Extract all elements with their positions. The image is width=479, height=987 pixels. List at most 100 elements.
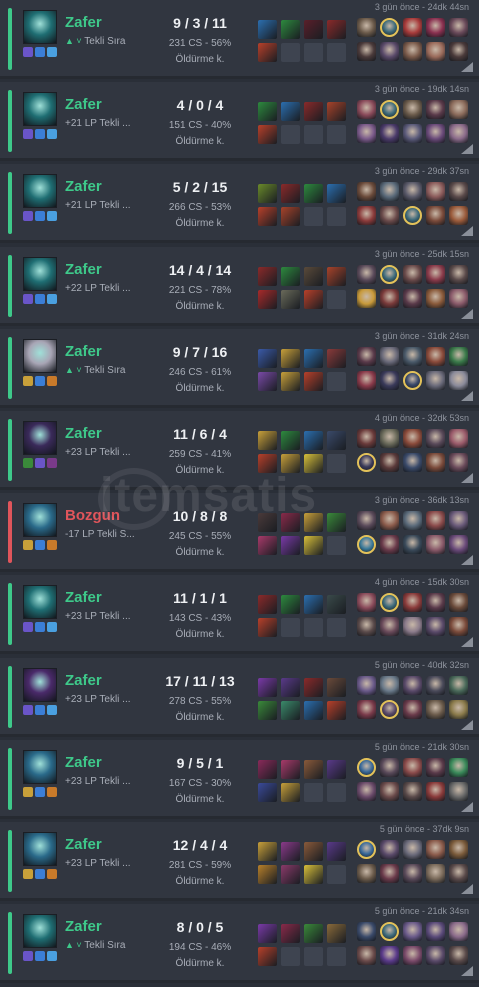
item-icon[interactable]: [281, 677, 300, 697]
item-icon[interactable]: [327, 677, 346, 697]
participant-icon[interactable]: [426, 346, 445, 366]
item-icon[interactable]: [327, 924, 346, 944]
participant-icon[interactable]: [380, 346, 399, 366]
item-icon[interactable]: [258, 289, 277, 309]
participant-icon[interactable]: [380, 288, 399, 308]
participant-icon[interactable]: [403, 511, 422, 531]
participant-icon[interactable]: [403, 617, 422, 637]
participant-icon[interactable]: [449, 100, 468, 120]
expand-icon[interactable]: [461, 801, 473, 812]
participant-icon[interactable]: [449, 264, 468, 284]
participant-icon[interactable]: [449, 206, 468, 226]
match-row[interactable]: Bozgun -17 LP Tekli S... 10 / 8 / 8 245 CS …: [0, 493, 479, 573]
participant-icon[interactable]: [357, 370, 376, 390]
champion-portrait[interactable]: [23, 503, 57, 538]
item-icon[interactable]: [281, 348, 300, 368]
item-icon[interactable]: [281, 595, 300, 615]
participant-icon[interactable]: [449, 453, 468, 472]
item-icon[interactable]: [304, 595, 323, 615]
match-row[interactable]: Zafer ▲ ˅ Tekli Sıra 8 / 0 / 5 194 CS - 46%…: [0, 904, 479, 984]
item-icon[interactable]: [281, 700, 300, 720]
item-icon[interactable]: [304, 924, 323, 944]
item-icon[interactable]: [327, 266, 346, 286]
item-icon[interactable]: [304, 677, 323, 697]
participant-icon[interactable]: [403, 840, 422, 859]
item-icon[interactable]: [258, 266, 277, 286]
participant-icon[interactable]: [449, 182, 468, 202]
participant-icon[interactable]: [357, 593, 376, 613]
participant-icon[interactable]: [357, 346, 376, 366]
participant-icon[interactable]: [357, 206, 376, 226]
participant-icon[interactable]: [449, 511, 468, 531]
item-icon[interactable]: [258, 842, 277, 861]
champion-portrait[interactable]: [23, 10, 57, 44]
participant-icon[interactable]: [449, 617, 468, 637]
item-icon[interactable]: [304, 20, 323, 39]
participant-icon[interactable]: [380, 370, 399, 390]
participant-icon[interactable]: [426, 675, 445, 695]
participant-icon[interactable]: [357, 42, 376, 61]
item-icon[interactable]: [281, 20, 300, 39]
participant-icon[interactable]: [403, 42, 422, 61]
item-icon[interactable]: [304, 102, 323, 122]
participant-icon[interactable]: [426, 864, 445, 883]
participant-icon[interactable]: [403, 699, 422, 719]
match-row[interactable]: Zafer +23 LP Tekli ... 11 / 6 / 4 259 CS - …: [0, 411, 479, 490]
expand-icon[interactable]: [461, 390, 473, 401]
item-icon[interactable]: [304, 371, 323, 391]
participant-icon[interactable]: [426, 511, 445, 531]
expand-icon[interactable]: [461, 555, 473, 566]
item-icon[interactable]: [327, 184, 346, 204]
participant-icon[interactable]: [426, 100, 445, 120]
participant-icon[interactable]: [403, 124, 422, 144]
participant-icon[interactable]: [357, 675, 376, 695]
participant-icon[interactable]: [380, 511, 399, 531]
participant-icon[interactable]: [449, 288, 468, 308]
item-icon[interactable]: [304, 865, 323, 884]
item-icon[interactable]: [327, 431, 346, 450]
participant-icon[interactable]: [357, 922, 376, 942]
participant-icon[interactable]: [380, 922, 399, 942]
item-icon[interactable]: [281, 289, 300, 309]
participant-icon[interactable]: [403, 100, 422, 120]
participant-icon[interactable]: [380, 264, 399, 284]
item-icon[interactable]: [327, 20, 346, 39]
participant-icon[interactable]: [426, 288, 445, 308]
participant-icon[interactable]: [380, 124, 399, 144]
match-row[interactable]: Zafer +22 LP Tekli ... 14 / 4 / 14 221 CS -…: [0, 246, 479, 326]
participant-icon[interactable]: [449, 757, 468, 777]
participant-icon[interactable]: [426, 370, 445, 390]
item-icon[interactable]: [281, 266, 300, 286]
participant-icon[interactable]: [403, 535, 422, 555]
item-icon[interactable]: [281, 207, 300, 227]
item-icon[interactable]: [258, 184, 277, 204]
item-icon[interactable]: [327, 842, 346, 861]
champion-portrait[interactable]: [23, 338, 57, 373]
item-icon[interactable]: [258, 207, 277, 227]
item-icon[interactable]: [327, 513, 346, 533]
match-row[interactable]: Zafer +23 LP Tekli ... 9 / 5 / 1 167 CS - 3…: [0, 739, 479, 819]
participant-icon[interactable]: [357, 781, 376, 801]
participant-icon[interactable]: [403, 781, 422, 801]
item-icon[interactable]: [258, 454, 277, 473]
participant-icon[interactable]: [380, 593, 399, 613]
item-icon[interactable]: [258, 865, 277, 884]
item-icon[interactable]: [258, 700, 277, 720]
item-icon[interactable]: [327, 759, 346, 779]
participant-icon[interactable]: [426, 946, 445, 966]
participant-icon[interactable]: [357, 535, 376, 555]
item-icon[interactable]: [258, 513, 277, 533]
item-icon[interactable]: [258, 102, 277, 122]
item-icon[interactable]: [281, 431, 300, 450]
participant-icon[interactable]: [380, 617, 399, 637]
participant-icon[interactable]: [403, 288, 422, 308]
participant-icon[interactable]: [357, 264, 376, 284]
expand-icon[interactable]: [461, 144, 473, 155]
participant-icon[interactable]: [403, 864, 422, 883]
expand-icon[interactable]: [461, 62, 473, 72]
expand-icon[interactable]: [461, 966, 473, 977]
participant-icon[interactable]: [403, 18, 422, 37]
item-icon[interactable]: [258, 43, 277, 62]
participant-icon[interactable]: [357, 182, 376, 202]
match-row[interactable]: Zafer ▲ ˅ Tekli Sıra 9 / 3 / 11 231 CS - 56…: [0, 0, 479, 79]
